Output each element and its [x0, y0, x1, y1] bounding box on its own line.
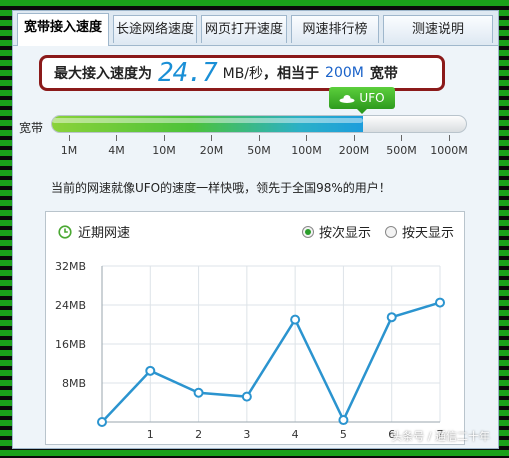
speed-unit: MB/秒 [222, 66, 264, 82]
x-tick-label: 1 [147, 428, 154, 441]
meter-tick-200m: 200M [334, 135, 374, 157]
ufo-badge: UFO [329, 87, 395, 114]
meter-tick-1m: 1M [49, 135, 89, 157]
speed-meter-fill [52, 116, 363, 132]
speed-summary: 当前的网速就像UFO的速度一样快哦，领先于全国98%的用户！ [51, 181, 391, 195]
meter-tick-20m: 20M [192, 135, 232, 157]
meter-scale: 1M 4M 10M 20M 50M 100M 200M 500M 1000M [49, 135, 469, 165]
recent-speed-header: 近期网速 [58, 222, 130, 241]
tab-bar: 宽带接入速度 长途网络速度 网页打开速度 网速排行榜 测速说明 [13, 11, 498, 46]
speed-meter [51, 115, 467, 133]
x-tick-label: 3 [243, 428, 250, 441]
ufo-badge-label: UFO [359, 91, 385, 105]
tab-speed-instructions[interactable]: 测速说明 [383, 15, 493, 43]
recent-speed-chart: 8MB16MB24MB32MB1 2 3 4 5 6 7 [55, 260, 445, 441]
display-mode-radios: 按次显示 按天显示 [301, 222, 454, 241]
radio-by-day-dot[interactable] [384, 225, 397, 238]
radio-by-test-dot[interactable] [301, 225, 314, 238]
data-point [145, 365, 156, 376]
ufo-icon [339, 94, 355, 103]
data-point [193, 387, 204, 398]
meter-tick-10m: 10M [144, 135, 184, 157]
data-point [435, 297, 445, 308]
speed-value: 24.7 [158, 58, 218, 88]
radio-by-day-label: 按天显示 [401, 226, 454, 241]
clock-icon [58, 224, 72, 239]
tab-broadband-speed[interactable]: 宽带接入速度 [17, 13, 109, 46]
y-tick-label: 16MB [55, 338, 86, 351]
tab-webpage-speed[interactable]: 网页打开速度 [201, 15, 287, 43]
meter-tick-50m: 50M [239, 135, 279, 157]
watermark: 头条号 / 通信二十年 [391, 430, 490, 443]
recent-speed-title: 近期网速 [78, 226, 131, 241]
meter-tick-500m: 500M [382, 135, 422, 157]
radio-by-day[interactable]: 按天显示 [384, 222, 454, 241]
bandwidth-equivalent: 200M [325, 65, 364, 81]
x-tick-label: 4 [292, 428, 299, 441]
data-point [290, 314, 301, 325]
tab-speed-ranking[interactable]: 网速排行榜 [291, 15, 379, 43]
x-tick-label: 2 [195, 428, 202, 441]
radio-by-test[interactable]: 按次显示 [301, 222, 371, 241]
recent-speed-panel: 近期网速 按次显示 按天显示 8MB 16MB 24MB 32MB 1 2 3 4 5 6 7 [45, 211, 465, 445]
speed-middle: ，相当于 [263, 66, 320, 82]
meter-tick-1000m: 1000M [429, 135, 469, 157]
data-point [338, 415, 349, 426]
radio-by-test-label: 按次显示 [318, 226, 371, 241]
tab-long-distance-speed[interactable]: 长途网络速度 [113, 15, 197, 43]
data-point [241, 391, 252, 402]
max-speed-banner: 最大接入速度为 24.7 MB/秒 ，相当于 200M 宽带 [39, 55, 445, 91]
y-tick-label: 32MB [55, 260, 86, 273]
meter-tick-100m: 100M [287, 135, 327, 157]
meter-tick-4m: 4M [97, 135, 137, 157]
data-point [97, 417, 107, 427]
speed-prefix: 最大接入速度为 [54, 66, 152, 82]
y-tick-label: 8MB [62, 377, 86, 390]
data-point [386, 312, 397, 323]
speed-test-window: 宽带接入速度 长途网络速度 网页打开速度 网速排行榜 测速说明 最大接入速度为 … [12, 10, 499, 449]
x-tick-label: 5 [340, 428, 347, 441]
speed-suffix: 宽带 [369, 66, 398, 82]
y-tick-label: 24MB [55, 299, 86, 312]
meter-label: 宽带 [19, 121, 44, 135]
